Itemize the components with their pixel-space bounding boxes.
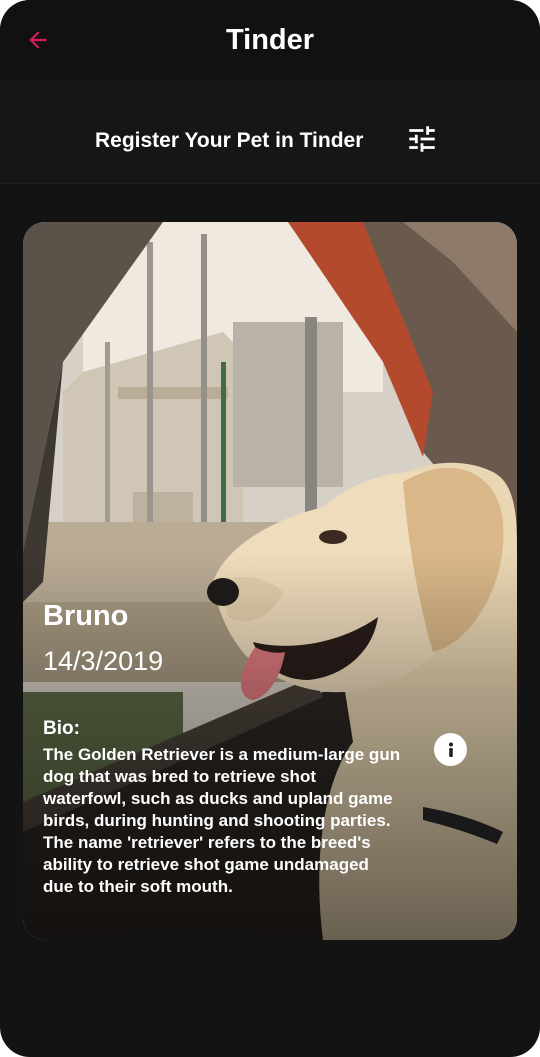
bio-label: Bio: [43,718,80,739]
pet-date: 14/3/2019 [43,646,164,676]
subheader: Register Your Pet in Tinder [0,80,540,184]
pet-card[interactable]: Bruno 14/3/2019 Bio: The Golden Retrieve… [23,222,517,940]
app-bar: Tinder [0,0,540,80]
info-icon [448,742,453,757]
phone-screen: Tinder Register Your Pet in Tinder Bruno… [0,0,540,1057]
arrow-left-icon [29,31,47,49]
bio-text: The Golden Retriever is a medium-large g… [43,745,401,896]
filter-button[interactable] [404,122,440,156]
pet-name: Bruno [43,600,129,632]
tune-sliders-icon [409,126,435,152]
app-title: Tinder [225,24,315,56]
info-button[interactable] [434,733,467,766]
back-button[interactable] [20,22,56,58]
register-pet-title: Register Your Pet in Tinder [95,129,364,152]
